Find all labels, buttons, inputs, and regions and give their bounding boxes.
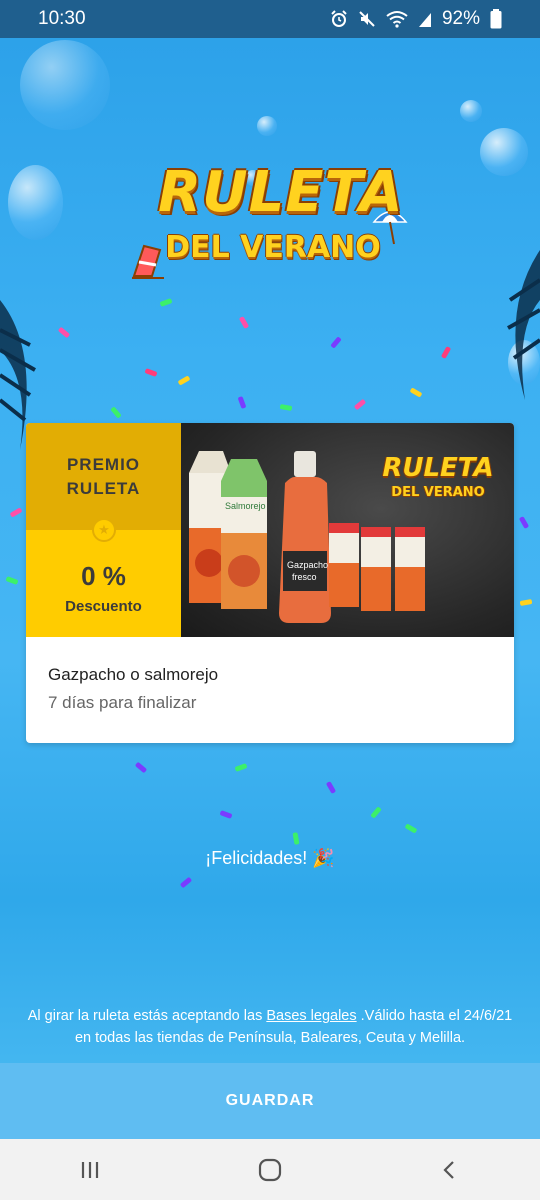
product-photo: Salmorejo Gazpacho fresco RULETA DEL VER… bbox=[181, 423, 514, 637]
palm-leaf-right bbox=[507, 250, 540, 400]
confetti-piece bbox=[237, 396, 247, 409]
recent-apps-icon[interactable] bbox=[78, 1158, 102, 1182]
confetti-piece bbox=[519, 598, 533, 607]
logo-subtitle: DEL VERANO bbox=[165, 230, 381, 265]
confetti-piece bbox=[330, 336, 342, 349]
mute-icon bbox=[359, 11, 375, 27]
status-icons: 92% bbox=[330, 8, 502, 30]
confetti-piece bbox=[179, 876, 193, 889]
congratulations-text: ¡Felicidades! 🎉 bbox=[205, 848, 335, 868]
confetti-piece bbox=[370, 806, 382, 819]
banner-logo-subtitle: DEL VERANO bbox=[391, 485, 485, 500]
prize-expiry: 7 días para finalizar bbox=[48, 693, 197, 712]
ruleta-del-verano-logo: RULETA DEL VERANO bbox=[130, 160, 410, 290]
confetti-piece bbox=[177, 375, 191, 386]
android-nav-bar bbox=[0, 1139, 540, 1200]
legal-text: Al girar la ruleta estás aceptando las B… bbox=[20, 1005, 520, 1049]
bubble-decoration bbox=[460, 100, 482, 122]
legal-bases-link[interactable]: Bases legales bbox=[266, 1008, 356, 1024]
prize-title: PREMIO RULETA bbox=[66, 454, 141, 498]
prize-banner: PREMIO RULETA 0 % Descuento ★ Salmorejo bbox=[26, 423, 514, 637]
legal-text-before: Al girar la ruleta estás aceptando las bbox=[27, 1008, 267, 1024]
battery-icon bbox=[490, 9, 502, 29]
battery-percent: 92% bbox=[441, 8, 480, 29]
confetti-piece bbox=[110, 406, 122, 419]
banner-logo-title: RULETA bbox=[382, 453, 494, 483]
card-body: Gazpacho o salmorejo 7 días para finaliz… bbox=[26, 637, 514, 743]
bubble-decoration bbox=[257, 116, 277, 136]
alarm-icon bbox=[331, 10, 347, 27]
signal-icon bbox=[418, 13, 431, 27]
confetti-piece bbox=[440, 346, 452, 359]
confetti-piece bbox=[325, 781, 337, 794]
confetti-piece bbox=[353, 398, 367, 411]
confetti-piece bbox=[279, 403, 293, 412]
confetti-piece bbox=[234, 763, 248, 772]
back-icon[interactable] bbox=[438, 1158, 462, 1182]
star-icon: ★ bbox=[92, 518, 116, 542]
confetti-piece bbox=[518, 516, 530, 529]
discount-label: Descuento bbox=[65, 597, 142, 615]
confetti-piece bbox=[5, 576, 19, 585]
prize-product-title: Gazpacho o salmorejo bbox=[48, 665, 219, 684]
prize-header: PREMIO RULETA bbox=[26, 423, 181, 530]
confetti-piece bbox=[238, 316, 250, 329]
logo-title: RULETA bbox=[158, 160, 404, 225]
confetti-piece bbox=[219, 810, 233, 819]
banner-logo: RULETA DEL VERANO bbox=[373, 453, 503, 500]
save-button[interactable]: GUARDAR bbox=[0, 1063, 540, 1139]
confetti-piece bbox=[159, 298, 173, 307]
bubble-decoration bbox=[480, 128, 528, 176]
wifi-icon bbox=[386, 11, 408, 28]
svg-text:fresco: fresco bbox=[292, 572, 317, 582]
clock: 10:30 bbox=[38, 8, 86, 29]
svg-text:Salmorejo: Salmorejo bbox=[225, 501, 266, 511]
confetti-piece bbox=[134, 761, 148, 774]
confetti-piece bbox=[9, 507, 23, 518]
status-bar: 10:30 92% bbox=[0, 0, 540, 38]
bubble-decoration bbox=[8, 165, 63, 240]
confetti-piece bbox=[409, 387, 423, 398]
confetti-piece bbox=[144, 368, 158, 377]
discount-value: 0 % bbox=[81, 560, 126, 591]
home-icon[interactable] bbox=[257, 1157, 283, 1183]
bubble-decoration bbox=[20, 40, 110, 130]
confetti-piece bbox=[292, 832, 300, 845]
prize-card[interactable]: PREMIO RULETA 0 % Descuento ★ Salmorejo bbox=[26, 423, 514, 743]
confetti-piece bbox=[404, 823, 418, 834]
svg-text:Gazpacho: Gazpacho bbox=[287, 560, 328, 570]
prize-discount-box: 0 % Descuento bbox=[26, 530, 181, 637]
